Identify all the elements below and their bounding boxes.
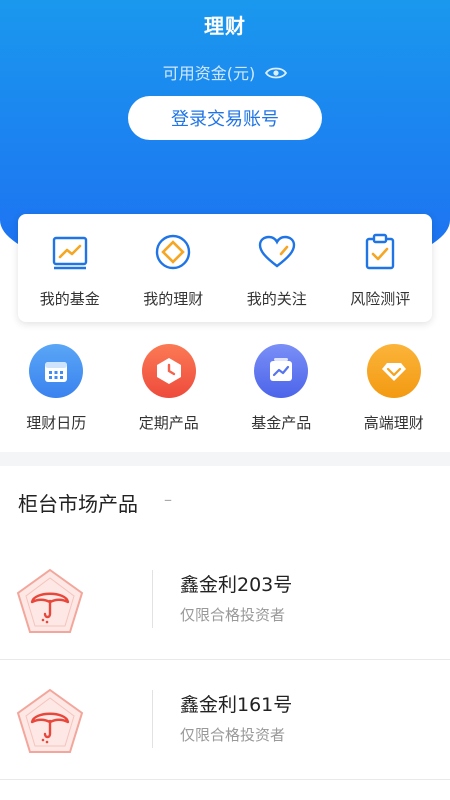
quick-actions-card: 我的基金 我的理财 我的关注 风险测评 bbox=[18, 214, 432, 322]
chart-frame-icon bbox=[50, 232, 90, 276]
clock-hexagon-icon bbox=[141, 344, 196, 398]
shortcut-label: 基金产品 bbox=[251, 414, 312, 432]
section-separator bbox=[0, 452, 450, 466]
shortcut-label: 高端理财 bbox=[363, 414, 424, 432]
diamond-icon bbox=[366, 344, 421, 398]
quick-action-label: 我的基金 bbox=[39, 290, 100, 308]
clipboard-check-icon bbox=[360, 232, 400, 276]
section-dash: – bbox=[164, 490, 172, 509]
product-name: 鑫金利161号 bbox=[180, 694, 293, 716]
product-shortcuts: 理财日历 定期产品 基金产品 高端理财 bbox=[0, 344, 450, 444]
quick-action-label: 我的关注 bbox=[246, 290, 307, 308]
calendar-icon bbox=[29, 344, 84, 398]
diamond-circle-icon bbox=[153, 232, 193, 276]
divider bbox=[152, 570, 153, 628]
shortcut-label: 定期产品 bbox=[138, 414, 199, 432]
quick-action-label: 我的理财 bbox=[143, 290, 204, 308]
shortcut-premium-wealth[interactable]: 高端理财 bbox=[338, 344, 450, 444]
available-funds: 可用资金(元) bbox=[0, 60, 450, 84]
quick-action-risk-assessment[interactable]: 风险测评 bbox=[329, 214, 433, 322]
product-item[interactable]: 鑫金利161号 仅限合格投资者 bbox=[0, 660, 450, 780]
umbrella-pentagon-icon bbox=[14, 686, 86, 758]
quick-action-my-wealth[interactable]: 我的理财 bbox=[122, 214, 226, 322]
quick-action-label: 风险测评 bbox=[350, 290, 411, 308]
product-item[interactable]: 鑫金利203号 仅限合格投资者 bbox=[0, 540, 450, 660]
product-desc: 仅限合格投资者 bbox=[180, 606, 286, 624]
product-name: 鑫金利203号 bbox=[180, 574, 293, 596]
quick-action-my-funds[interactable]: 我的基金 bbox=[18, 214, 122, 322]
login-trade-account-button[interactable]: 登录交易账号 bbox=[128, 96, 322, 140]
umbrella-pentagon-icon bbox=[14, 566, 86, 638]
shortcut-wealth-calendar[interactable]: 理财日历 bbox=[0, 344, 113, 444]
shortcut-fixed-term[interactable]: 定期产品 bbox=[113, 344, 226, 444]
divider bbox=[152, 690, 153, 748]
product-desc: 仅限合格投资者 bbox=[180, 726, 286, 744]
page: 理财 可用资金(元) 登录交易账号 我的基金 我的理财 我的关注 风险测评 理财… bbox=[0, 0, 450, 800]
quick-action-my-watchlist[interactable]: 我的关注 bbox=[225, 214, 329, 322]
trend-card-icon bbox=[254, 344, 309, 398]
eye-icon[interactable] bbox=[265, 65, 288, 79]
page-title: 理财 bbox=[204, 14, 246, 38]
section-title: 柜台市场产品 bbox=[18, 492, 138, 516]
heart-icon bbox=[257, 232, 297, 276]
shortcut-fund-products[interactable]: 基金产品 bbox=[225, 344, 338, 444]
available-funds-label: 可用资金(元) bbox=[162, 64, 256, 83]
shortcut-label: 理财日历 bbox=[26, 414, 87, 432]
